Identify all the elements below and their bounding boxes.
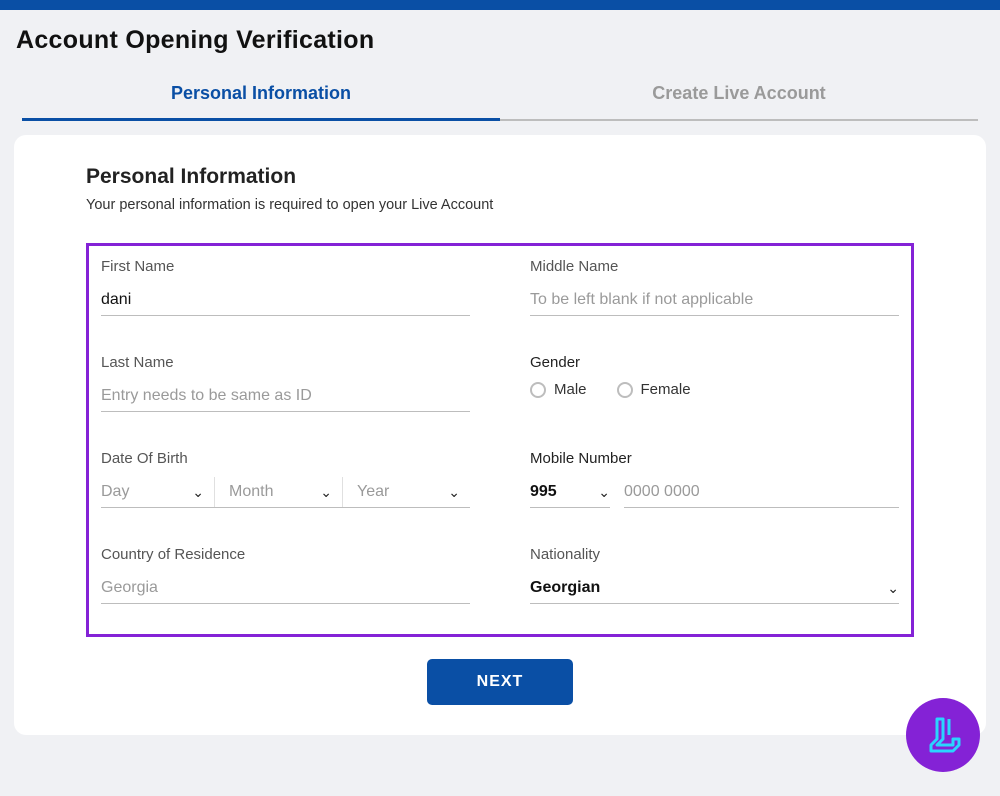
highlighted-form-area: First Name Middle Name Last Name Gender … [86,243,914,637]
gender-female-radio[interactable]: Female [617,381,691,398]
top-accent-bar [0,0,1000,10]
section-subtitle: Your personal information is required to… [86,197,914,213]
gender-male-radio[interactable]: Male [530,381,587,398]
tabs: Personal Information Create Live Account [22,73,978,121]
chevron-down-icon: ⌄ [887,580,899,597]
radio-icon [530,382,546,398]
dob-year-select[interactable]: Year ⌄ [342,477,470,507]
gender-male-label: Male [554,381,587,398]
middle-name-label: Middle Name [530,258,899,275]
section-title: Personal Information [86,165,914,189]
mobile-country-code-select[interactable]: 995 ⌄ [530,477,610,508]
last-name-input[interactable] [101,381,470,412]
nationality-select[interactable]: Georgian ⌄ [530,573,899,604]
radio-icon [617,382,633,398]
chat-fab[interactable] [906,698,980,772]
gender-female-label: Female [641,381,691,398]
next-button[interactable]: NEXT [427,659,574,705]
country-field[interactable]: Georgia [101,573,470,604]
tab-create-live-account[interactable]: Create Live Account [500,73,978,121]
middle-name-input[interactable] [530,285,899,316]
dob-day-select[interactable]: Day ⌄ [101,477,214,507]
chat-logo-icon [923,715,963,755]
dob-month-select[interactable]: Month ⌄ [214,477,342,507]
mobile-number-input[interactable] [624,477,899,508]
dob-day-text: Day [101,483,129,501]
chevron-down-icon: ⌄ [320,484,332,501]
form-card: Personal Information Your personal infor… [14,135,986,735]
mobile-code-text: 995 [530,483,557,501]
page-title: Account Opening Verification [0,10,1000,73]
nationality-text: Georgian [530,579,600,597]
mobile-label: Mobile Number [530,450,899,467]
first-name-input[interactable] [101,285,470,316]
chevron-down-icon: ⌄ [598,484,610,501]
last-name-label: Last Name [101,354,470,371]
dob-label: Date Of Birth [101,450,470,467]
dob-year-text: Year [357,483,389,501]
gender-label: Gender [530,354,899,371]
chevron-down-icon: ⌄ [448,484,460,501]
tab-personal-information[interactable]: Personal Information [22,73,500,121]
chevron-down-icon: ⌄ [192,484,204,501]
dob-month-text: Month [229,483,273,501]
first-name-label: First Name [101,258,470,275]
nationality-label: Nationality [530,546,899,563]
country-label: Country of Residence [101,546,470,563]
